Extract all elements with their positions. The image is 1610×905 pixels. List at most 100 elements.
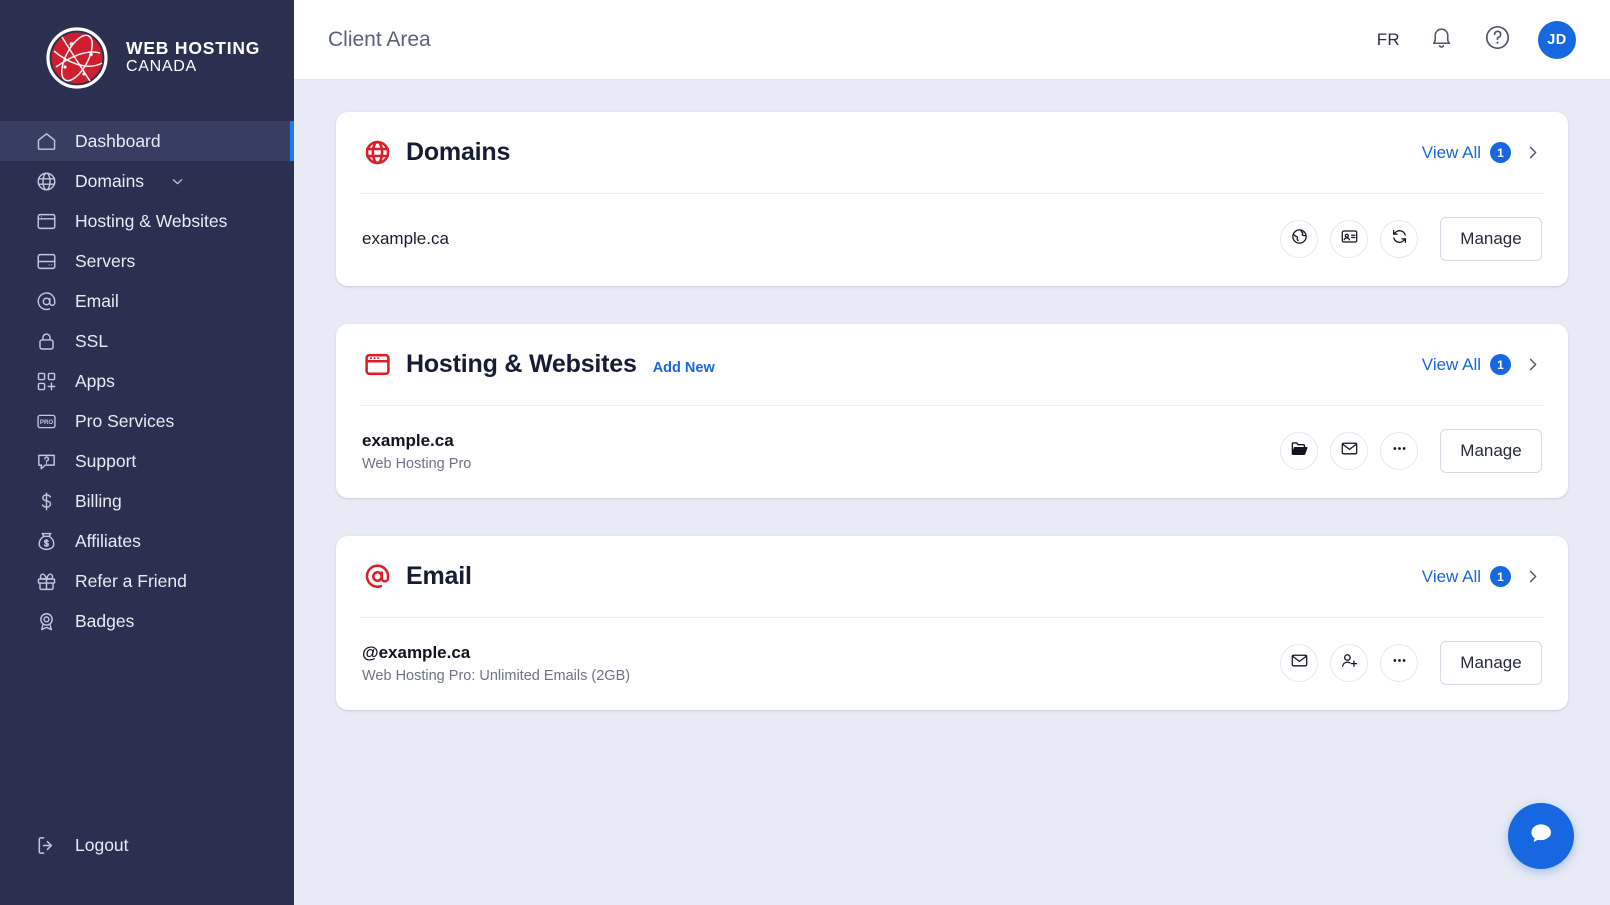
at-sign-icon: [34, 289, 58, 313]
row-info: @example.ca Web Hosting Pro: Unlimited Em…: [362, 643, 630, 684]
count-badge: 1: [1490, 142, 1511, 163]
sidebar-item-dashboard[interactable]: Dashboard: [0, 121, 294, 161]
refresh-renew-icon: [1390, 227, 1409, 251]
globe-icon: [34, 169, 58, 193]
notifications-button[interactable]: [1426, 25, 1456, 55]
action-contact-card-button[interactable]: [1330, 220, 1368, 258]
row-title: example.ca: [362, 229, 449, 248]
sidebar-item-label: Email: [75, 290, 119, 311]
sidebar-item-label: Apps: [75, 370, 115, 391]
manage-button[interactable]: Manage: [1440, 217, 1542, 261]
sidebar-item-logout-label: Logout: [75, 834, 129, 855]
sidebar-item-affiliates[interactable]: Affiliates: [0, 521, 294, 561]
pro-badge-icon: PRO: [34, 409, 58, 433]
card-title: Hosting & Websites: [406, 350, 637, 378]
sidebar-item-label: Badges: [75, 610, 135, 631]
bell-icon: [1429, 25, 1454, 55]
question-circle-icon: [1484, 24, 1511, 56]
gift-icon: [34, 569, 58, 593]
header-actions: FR JD: [1377, 20, 1576, 59]
row-email: @example.ca Web Hosting Pro: Unlimited Em…: [360, 618, 1544, 710]
action-envelope-button[interactable]: [1280, 644, 1318, 682]
view-all-link-domains[interactable]: View All 1: [1422, 142, 1542, 163]
add-new-link[interactable]: Add New: [653, 360, 715, 376]
action-globe-dns-button[interactable]: [1280, 220, 1318, 258]
sidebar-item-label: Dashboard: [75, 130, 161, 151]
help-button[interactable]: [1482, 25, 1512, 55]
language-switch-button[interactable]: FR: [1377, 30, 1400, 50]
sidebar-footer: Logout: [0, 825, 294, 865]
globe-icon: [362, 138, 392, 168]
action-ellipsis-button[interactable]: [1380, 432, 1418, 470]
chevron-down-icon[interactable]: [169, 173, 186, 190]
chat-support-button[interactable]: [1508, 803, 1574, 869]
page-title: Client Area: [328, 27, 431, 51]
view-all-label: View All: [1421, 354, 1481, 374]
main-area: Client Area FR JD Domains View All 1 exa…: [294, 0, 1610, 905]
chevron-right-icon: [1523, 355, 1542, 374]
sidebar-item-refer-a-friend[interactable]: Refer a Friend: [0, 561, 294, 601]
sidebar-item-badges[interactable]: Badges: [0, 601, 294, 641]
row-domains: example.ca Manage: [360, 194, 1544, 286]
row-title: @example.ca: [362, 642, 471, 662]
sidebar-item-label: Domains: [75, 170, 145, 191]
sidebar-item-support[interactable]: Support: [0, 441, 294, 481]
card-domains: Domains View All 1 example.ca Manage: [336, 112, 1568, 286]
brand-logo[interactable]: WEB HOSTING CANADA: [0, 0, 294, 115]
browser-icon: [34, 209, 58, 233]
home-icon: [34, 129, 58, 153]
sidebar-item-label: Support: [75, 450, 137, 471]
sidebar-item-pro-services[interactable]: PRO Pro Services: [0, 401, 294, 441]
top-header: Client Area FR JD: [294, 0, 1610, 80]
browser-window-icon: [362, 350, 392, 380]
row-actions: Manage: [1280, 641, 1542, 685]
action-user-add-button[interactable]: [1330, 644, 1368, 682]
row-subtitle: Web Hosting Pro: [362, 455, 472, 472]
sidebar-item-apps[interactable]: Apps: [0, 361, 294, 401]
view-all-label: View All: [1421, 142, 1481, 162]
sidebar-item-email[interactable]: Email: [0, 281, 294, 321]
sidebar-item-logout[interactable]: Logout: [0, 825, 294, 865]
card-title: Domains: [406, 138, 511, 166]
card-header-email: Email View All 1: [360, 536, 1544, 618]
ellipsis-icon: [1390, 439, 1409, 463]
avatar[interactable]: JD: [1538, 20, 1576, 59]
sidebar-item-servers[interactable]: Servers: [0, 241, 294, 281]
svg-text:PRO: PRO: [39, 418, 53, 425]
action-ellipsis-button[interactable]: [1380, 644, 1418, 682]
user-add-icon: [1340, 651, 1359, 675]
app-root: WEB HOSTING CANADA Dashboard Domains Hosti…: [0, 0, 1610, 905]
row-info: example.ca: [362, 229, 449, 249]
action-folder-open-button[interactable]: [1280, 432, 1318, 470]
award-medal-icon: [34, 609, 58, 633]
action-refresh-renew-button[interactable]: [1380, 220, 1418, 258]
card-title: Email: [406, 562, 472, 590]
view-all-link-hosting[interactable]: View All 1: [1422, 354, 1542, 375]
view-all-label: View All: [1421, 566, 1481, 586]
sidebar-item-ssl[interactable]: SSL: [0, 321, 294, 361]
dashboard-content: Domains View All 1 example.ca Manage Hosting …: [294, 80, 1610, 905]
chat-bubble-icon: [1525, 818, 1557, 855]
sidebar-item-domains[interactable]: Domains: [0, 161, 294, 201]
help-chat-icon: [34, 449, 58, 473]
contact-card-icon: [1340, 227, 1359, 251]
view-all-link-email[interactable]: View All 1: [1422, 566, 1542, 587]
action-envelope-button[interactable]: [1330, 432, 1368, 470]
sidebar-item-label: SSL: [75, 330, 109, 351]
sidebar-item-hosting-websites[interactable]: Hosting & Websites: [0, 201, 294, 241]
server-icon: [34, 249, 58, 273]
sidebar: WEB HOSTING CANADA Dashboard Domains Hosti…: [0, 0, 294, 905]
dollar-icon: [34, 489, 58, 513]
envelope-icon: [1290, 651, 1309, 675]
envelope-icon: [1340, 439, 1359, 463]
count-badge: 1: [1490, 354, 1511, 375]
manage-button[interactable]: Manage: [1440, 641, 1542, 685]
row-hosting: example.ca Web Hosting Pro Manage: [360, 406, 1544, 498]
sidebar-item-billing[interactable]: Billing: [0, 481, 294, 521]
sidebar-item-label: Hosting & Websites: [75, 210, 228, 231]
brand-name-line2: CANADA: [126, 58, 197, 76]
at-sign-icon: [362, 562, 392, 592]
chevron-right-icon: [1523, 143, 1542, 162]
apps-grid-icon: [34, 369, 58, 393]
manage-button[interactable]: Manage: [1440, 429, 1542, 473]
